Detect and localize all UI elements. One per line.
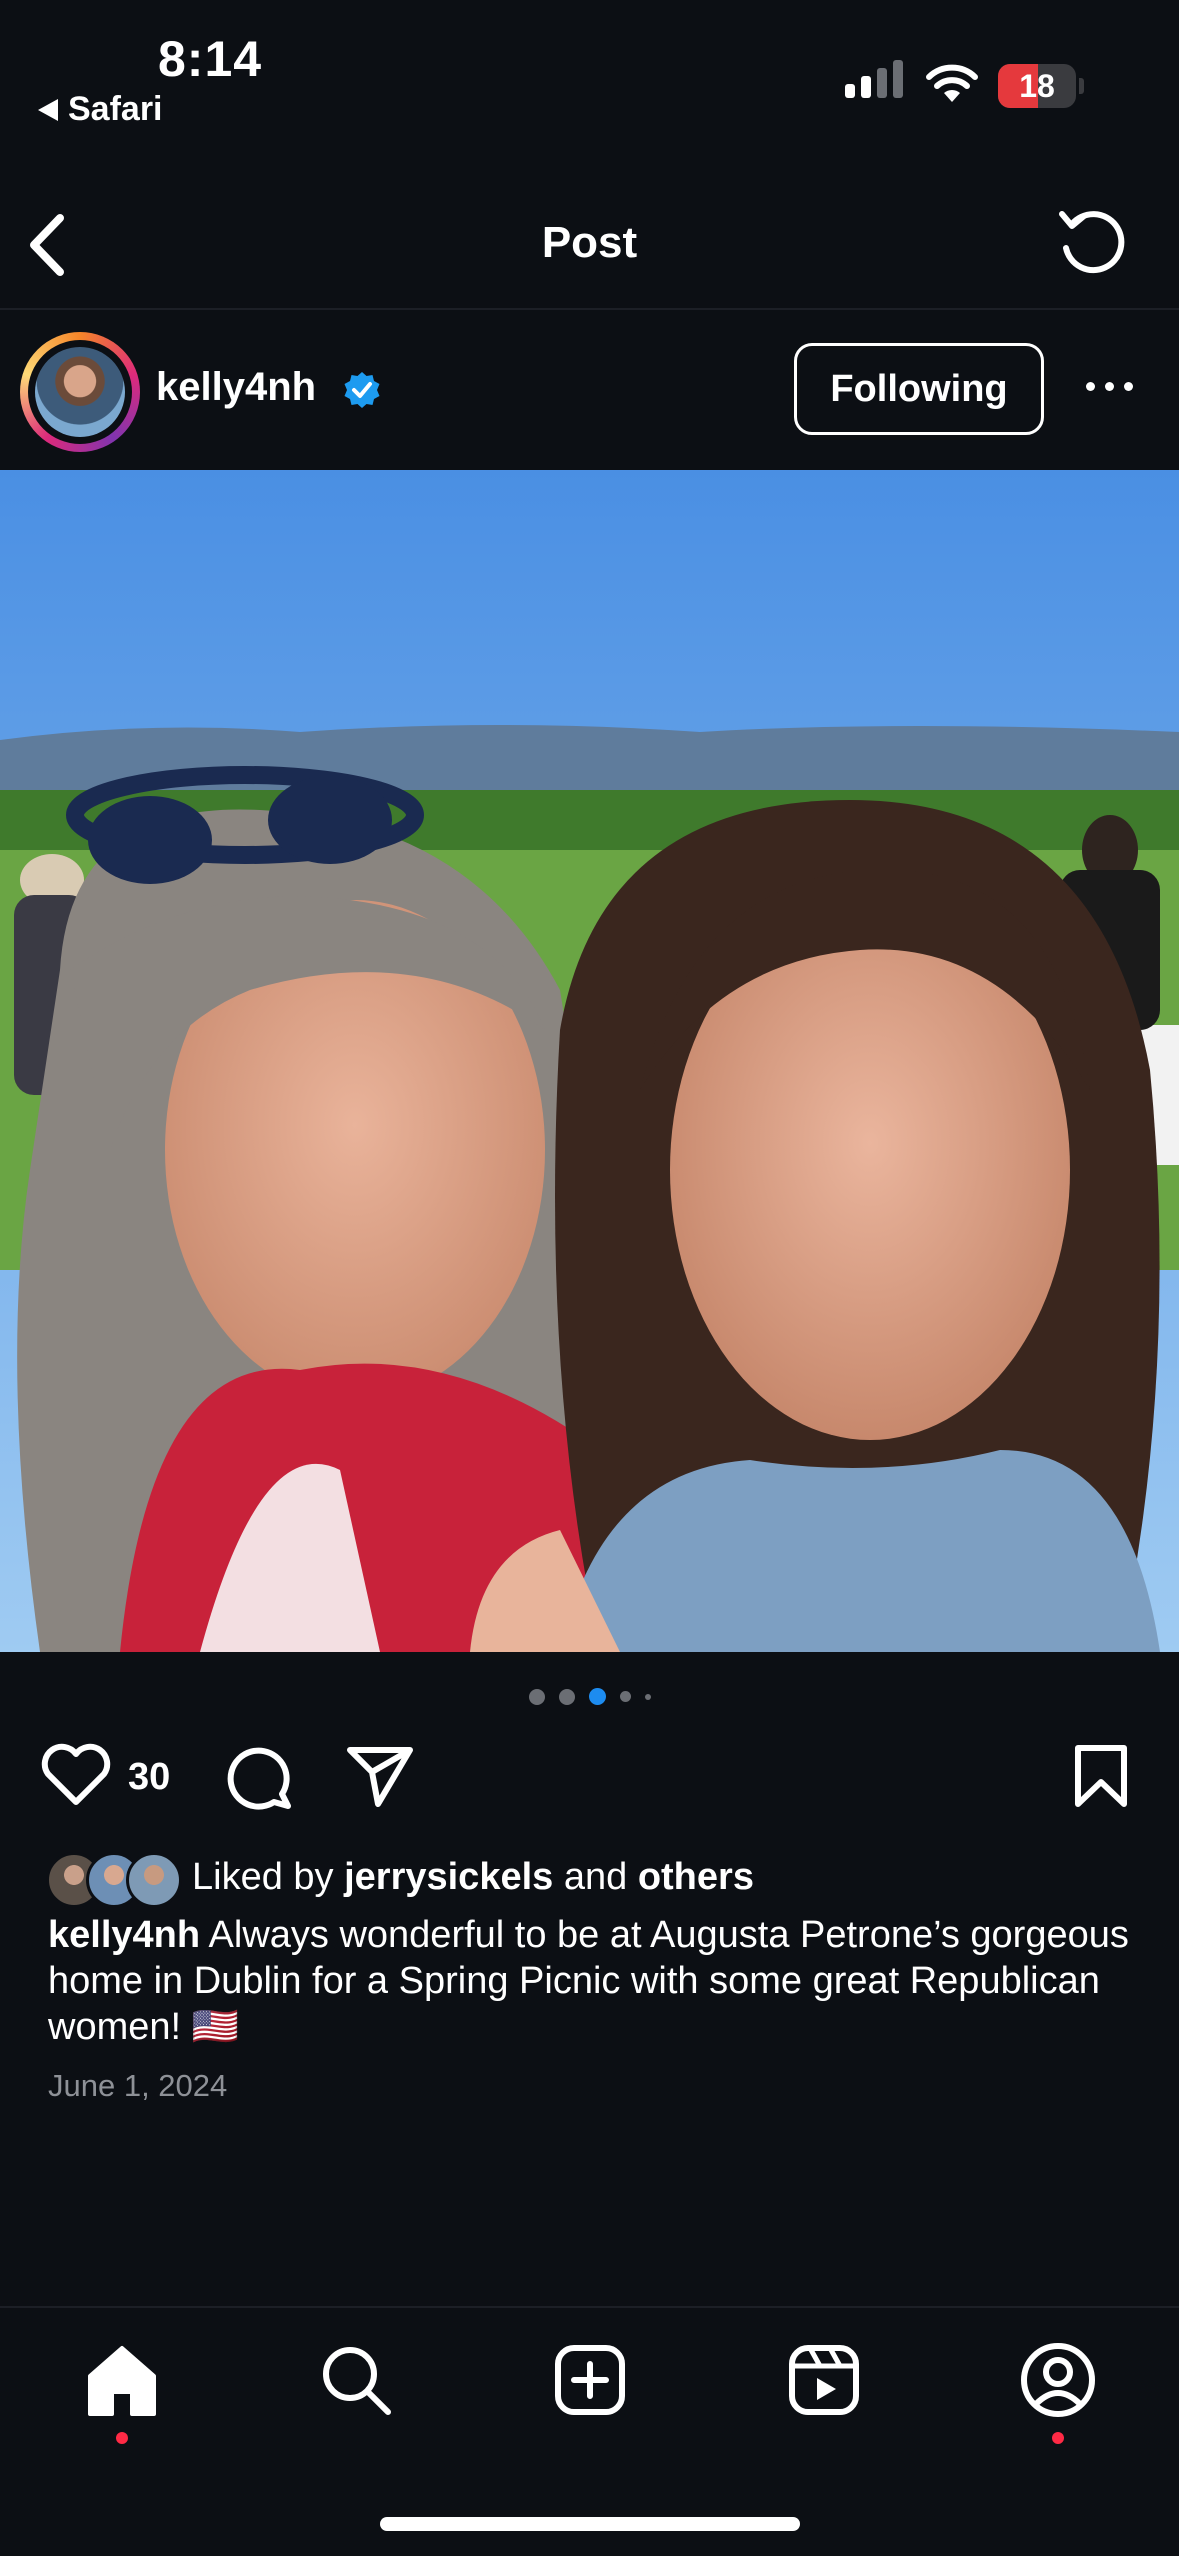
bookmark-icon[interactable] — [1070, 1742, 1132, 1810]
tab-search[interactable] — [316, 2340, 396, 2420]
cellular-signal-icon — [845, 60, 903, 98]
wifi-icon — [926, 64, 978, 102]
tab-create[interactable] — [550, 2340, 630, 2420]
carousel-dot — [558, 1688, 575, 1705]
caption-text: Always wonderful to be at Augusta Petron… — [48, 1914, 1129, 2048]
carousel-dot — [644, 1693, 651, 1700]
tab-reels[interactable] — [784, 2340, 864, 2420]
refresh-icon[interactable] — [1054, 204, 1130, 280]
post-caption: kelly4nh Always wonderful to be at Augus… — [48, 1912, 1148, 2050]
share-paper-plane-icon[interactable] — [344, 1742, 416, 1810]
liked-by-text[interactable]: Liked by jerrysickels and others — [192, 1856, 754, 1899]
liked-by-conjunction: and — [553, 1856, 638, 1898]
back-to-safari-link[interactable]: Safari — [38, 90, 163, 129]
verified-badge-icon — [344, 372, 380, 408]
carousel-dots — [0, 1688, 1179, 1705]
post-date: June 1, 2024 — [48, 2068, 228, 2103]
liked-by-others[interactable]: others — [638, 1856, 754, 1898]
heart-icon[interactable] — [40, 1742, 112, 1808]
reels-icon — [789, 2345, 859, 2415]
tab-home[interactable] — [82, 2340, 162, 2444]
nav-divider — [0, 308, 1179, 310]
back-app-label: Safari — [68, 90, 163, 128]
caption-username[interactable]: kelly4nh — [48, 1914, 200, 1956]
post-photo[interactable] — [0, 470, 1179, 1652]
carousel-dot-active — [588, 1688, 606, 1705]
tab-profile[interactable] — [1018, 2340, 1098, 2444]
search-icon — [323, 2347, 391, 2415]
battery-icon: 18 — [998, 64, 1076, 108]
post-username[interactable]: kelly4nh — [156, 365, 316, 410]
tab-bar-divider — [0, 2306, 1179, 2308]
battery-cap — [1079, 78, 1084, 94]
home-indicator[interactable] — [380, 2517, 800, 2531]
profile-icon — [1021, 2343, 1095, 2417]
plus-square-icon — [555, 2345, 625, 2415]
back-triangle-icon — [38, 98, 58, 121]
avatar[interactable] — [35, 347, 125, 437]
home-icon — [88, 2346, 156, 2416]
liker-avatars[interactable] — [46, 1852, 186, 1908]
status-time: 8:14 — [158, 31, 263, 87]
liked-by-prefix: Liked by — [192, 1856, 345, 1898]
home-notification-dot — [116, 2432, 128, 2444]
following-button[interactable]: Following — [794, 343, 1044, 435]
like-count[interactable]: 30 — [128, 1756, 170, 1799]
carousel-dot — [528, 1688, 545, 1705]
page-title: Post — [541, 218, 638, 267]
profile-notification-dot — [1052, 2432, 1064, 2444]
liker-avatar — [126, 1852, 182, 1908]
comment-icon[interactable] — [222, 1742, 294, 1812]
more-options-icon[interactable] — [1086, 382, 1133, 391]
carousel-dot — [619, 1691, 631, 1702]
battery-level: 18 — [1019, 68, 1055, 104]
liked-by-username[interactable]: jerrysickels — [344, 1856, 553, 1898]
